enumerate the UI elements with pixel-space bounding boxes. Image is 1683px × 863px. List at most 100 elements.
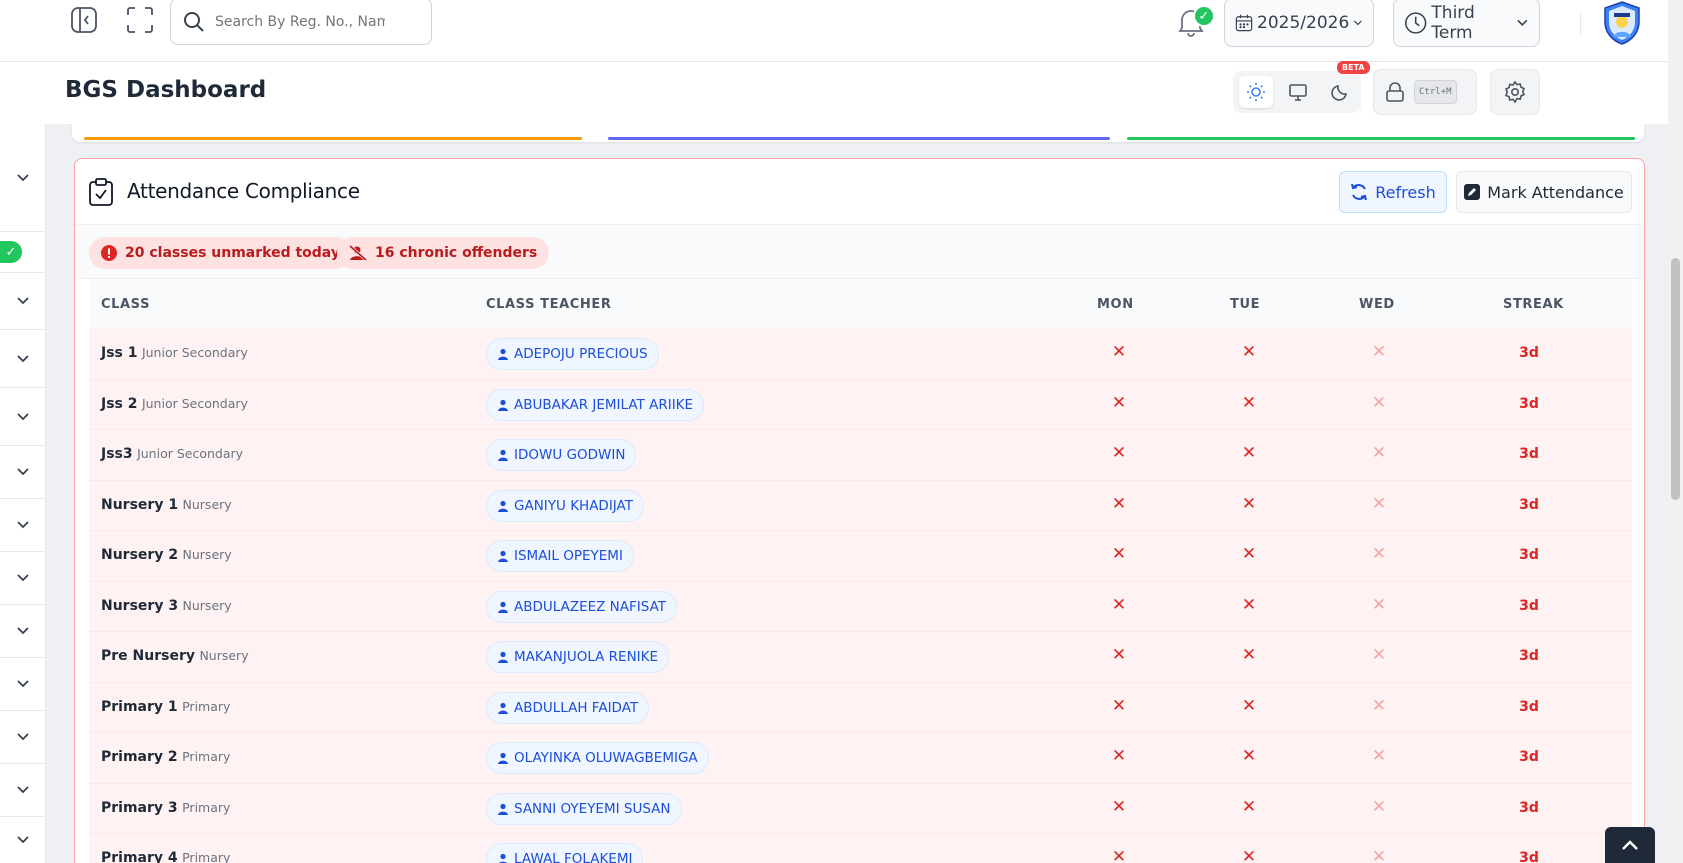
scroll-to-top-button[interactable] (1605, 827, 1655, 863)
pending-mark-icon: ✕ (1371, 342, 1387, 362)
class-name: Jss3 (101, 446, 133, 462)
class-teacher-chip[interactable]: ABDULLAH FAIDAT (486, 691, 650, 724)
session-select[interactable]: 2025/2026 (1224, 0, 1374, 47)
sidebar-item[interactable] (0, 764, 45, 817)
pending-mark-icon: ✕ (1371, 847, 1387, 863)
pending-mark-icon: ✕ (1371, 645, 1387, 665)
dark-theme-button[interactable] (1323, 76, 1357, 108)
unmarked-classes-text: 20 classes unmarked today (125, 245, 340, 261)
chronic-offenders-badge: 16 chronic offenders (337, 237, 550, 269)
class-name: Jss 2 (101, 395, 138, 412)
class-teacher-chip[interactable]: ADEPOJU PRECIOUS (486, 338, 659, 370)
pending-mark-icon: ✕ (1371, 594, 1387, 615)
collapse-sidebar-icon[interactable] (68, 4, 100, 36)
chevron-down-icon (16, 468, 29, 476)
absent-mark-icon: ✕ (1241, 796, 1257, 817)
mark-attendance-button[interactable]: Mark Attendance (1456, 171, 1632, 213)
absent-mark-icon: ✕ (1111, 443, 1127, 463)
sidebar-item[interactable] (0, 605, 45, 658)
absent-mark-icon: ✕ (1111, 796, 1127, 817)
table-row: Primary 1 Primary ABDULLAH FAIDAT ✕ ✕ ✕ 3d (89, 682, 1632, 733)
table-row: Jss 1 Junior Secondary ADEPOJU PRECIOUS ✕ ✕… (89, 329, 1632, 380)
chevron-down-icon (16, 680, 29, 688)
class-level: Primary (182, 698, 231, 714)
pending-mark-icon: ✕ (1371, 695, 1387, 716)
page-title: BGS Dashboard (65, 77, 267, 103)
sidebar-item[interactable] (0, 711, 45, 764)
unmarked-classes-badge: 20 classes unmarked today (89, 237, 352, 269)
class-teacher-chip[interactable]: OLAYINKA OLUWAGBEMIGA (486, 742, 709, 774)
search-input[interactable] (215, 13, 385, 30)
refresh-button[interactable]: Refresh (1339, 171, 1447, 213)
class-teacher-chip[interactable]: GANIYU KHADIJAT (486, 489, 644, 522)
class-teacher-chip[interactable]: ISMAIL OPEYEMI (486, 540, 634, 572)
user-slash-icon (349, 245, 367, 261)
chevron-down-icon (16, 297, 29, 305)
page-header: BGS Dashboard Ctrl+M (0, 62, 1668, 124)
sidebar-item[interactable] (0, 388, 45, 446)
class-teacher-chip[interactable]: SANNI OYEYEMI SUSAN (486, 792, 682, 825)
notification-check-badge: ✓ (1193, 5, 1215, 27)
sidebar-item[interactable] (0, 658, 45, 711)
system-theme-button[interactable] (1281, 76, 1315, 108)
table-row: Primary 3 Primary SANNI OYEYEMI SUSAN ✕ ✕ ✕ 3… (89, 783, 1632, 834)
class-teacher-name: SANNI OYEYEMI SUSAN (514, 800, 671, 817)
class-teacher-chip[interactable]: MAKANJUOLA RENIKE (486, 641, 670, 673)
monitor-icon (1289, 84, 1307, 101)
fullscreen-icon[interactable] (124, 4, 156, 36)
user-icon (498, 399, 508, 411)
class-name: Jss 1 (101, 345, 138, 361)
streak-value: 3d (1519, 547, 1539, 563)
class-teacher-chip[interactable]: ABUBAKAR JEMILAT ARIIKE (486, 388, 705, 421)
user-icon (498, 601, 508, 613)
sun-icon (1247, 83, 1265, 101)
sidebar-item[interactable] (0, 330, 45, 388)
scrollbar-thumb[interactable] (1671, 258, 1680, 500)
attendance-compliance-card: Attendance Compliance Refresh Mark Atten… (74, 158, 1645, 863)
chevron-down-icon (16, 786, 29, 794)
pending-mark-icon: ✕ (1371, 493, 1387, 514)
sidebar-item[interactable] (0, 499, 45, 552)
class-teacher-chip[interactable]: LAWAL FOLAKEMI (486, 843, 644, 863)
settings-button[interactable] (1490, 69, 1540, 115)
sidebar-item[interactable] (0, 446, 45, 499)
header-wed: WED (1359, 297, 1395, 312)
absent-mark-icon: ✕ (1111, 493, 1127, 514)
absent-mark-icon: ✕ (1111, 847, 1127, 863)
page-scrollbar[interactable] (1668, 0, 1683, 863)
table-row: Primary 4 Primary LAWAL FOLAKEMI ✕ ✕ ✕ 3d (89, 834, 1632, 863)
pending-mark-icon: ✕ (1371, 796, 1387, 817)
class-teacher-chip[interactable]: ABDULAZEEZ NAFISAT (486, 590, 678, 623)
sidebar-item-active[interactable]: ✓ (0, 232, 45, 272)
streak-value: 3d (1519, 698, 1539, 715)
sidebar-item[interactable] (0, 552, 45, 605)
class-level: Nursery (199, 648, 249, 663)
absent-mark-icon: ✕ (1111, 342, 1127, 362)
absent-mark-icon: ✕ (1241, 443, 1257, 463)
table-body: Jss 1 Junior Secondary ADEPOJU PRECIOUS ✕ ✕… (89, 329, 1632, 863)
keyboard-shortcut: Ctrl+M (1414, 80, 1457, 104)
divider (1580, 12, 1581, 36)
user-avatar[interactable] (1600, 0, 1644, 46)
sidebar-item[interactable] (0, 124, 45, 232)
light-theme-button[interactable] (1239, 76, 1273, 108)
absent-mark-icon: ✕ (1111, 695, 1127, 716)
class-cell: Primary 3 Primary (101, 800, 230, 816)
search-box[interactable] (170, 0, 432, 45)
stat-card-stripe (608, 137, 1110, 140)
sidebar-item[interactable] (0, 272, 45, 330)
class-teacher-name: ISMAIL OPEYEMI (514, 548, 623, 564)
table-row: Primary 2 Primary OLAYINKA OLUWAGBEMIGA ✕ ✕… (89, 733, 1632, 784)
table-row: Jss3 Junior Secondary IDOWU GODWIN ✕ ✕ ✕ 3d (89, 430, 1632, 481)
class-name: Primary 2 (101, 749, 178, 765)
sidebar-item[interactable] (0, 817, 45, 863)
term-select[interactable]: Third Term (1393, 0, 1540, 47)
absent-mark-icon: ✕ (1241, 392, 1257, 413)
lock-screen-button[interactable]: Ctrl+M (1373, 69, 1477, 115)
sidebar: ✓ (0, 124, 46, 863)
calendar-icon (1235, 14, 1253, 31)
lock-icon (1386, 82, 1404, 102)
absent-mark-icon: ✕ (1241, 493, 1257, 514)
class-teacher-chip[interactable]: IDOWU GODWIN (486, 439, 637, 471)
class-level: Junior Secondary (141, 345, 248, 360)
